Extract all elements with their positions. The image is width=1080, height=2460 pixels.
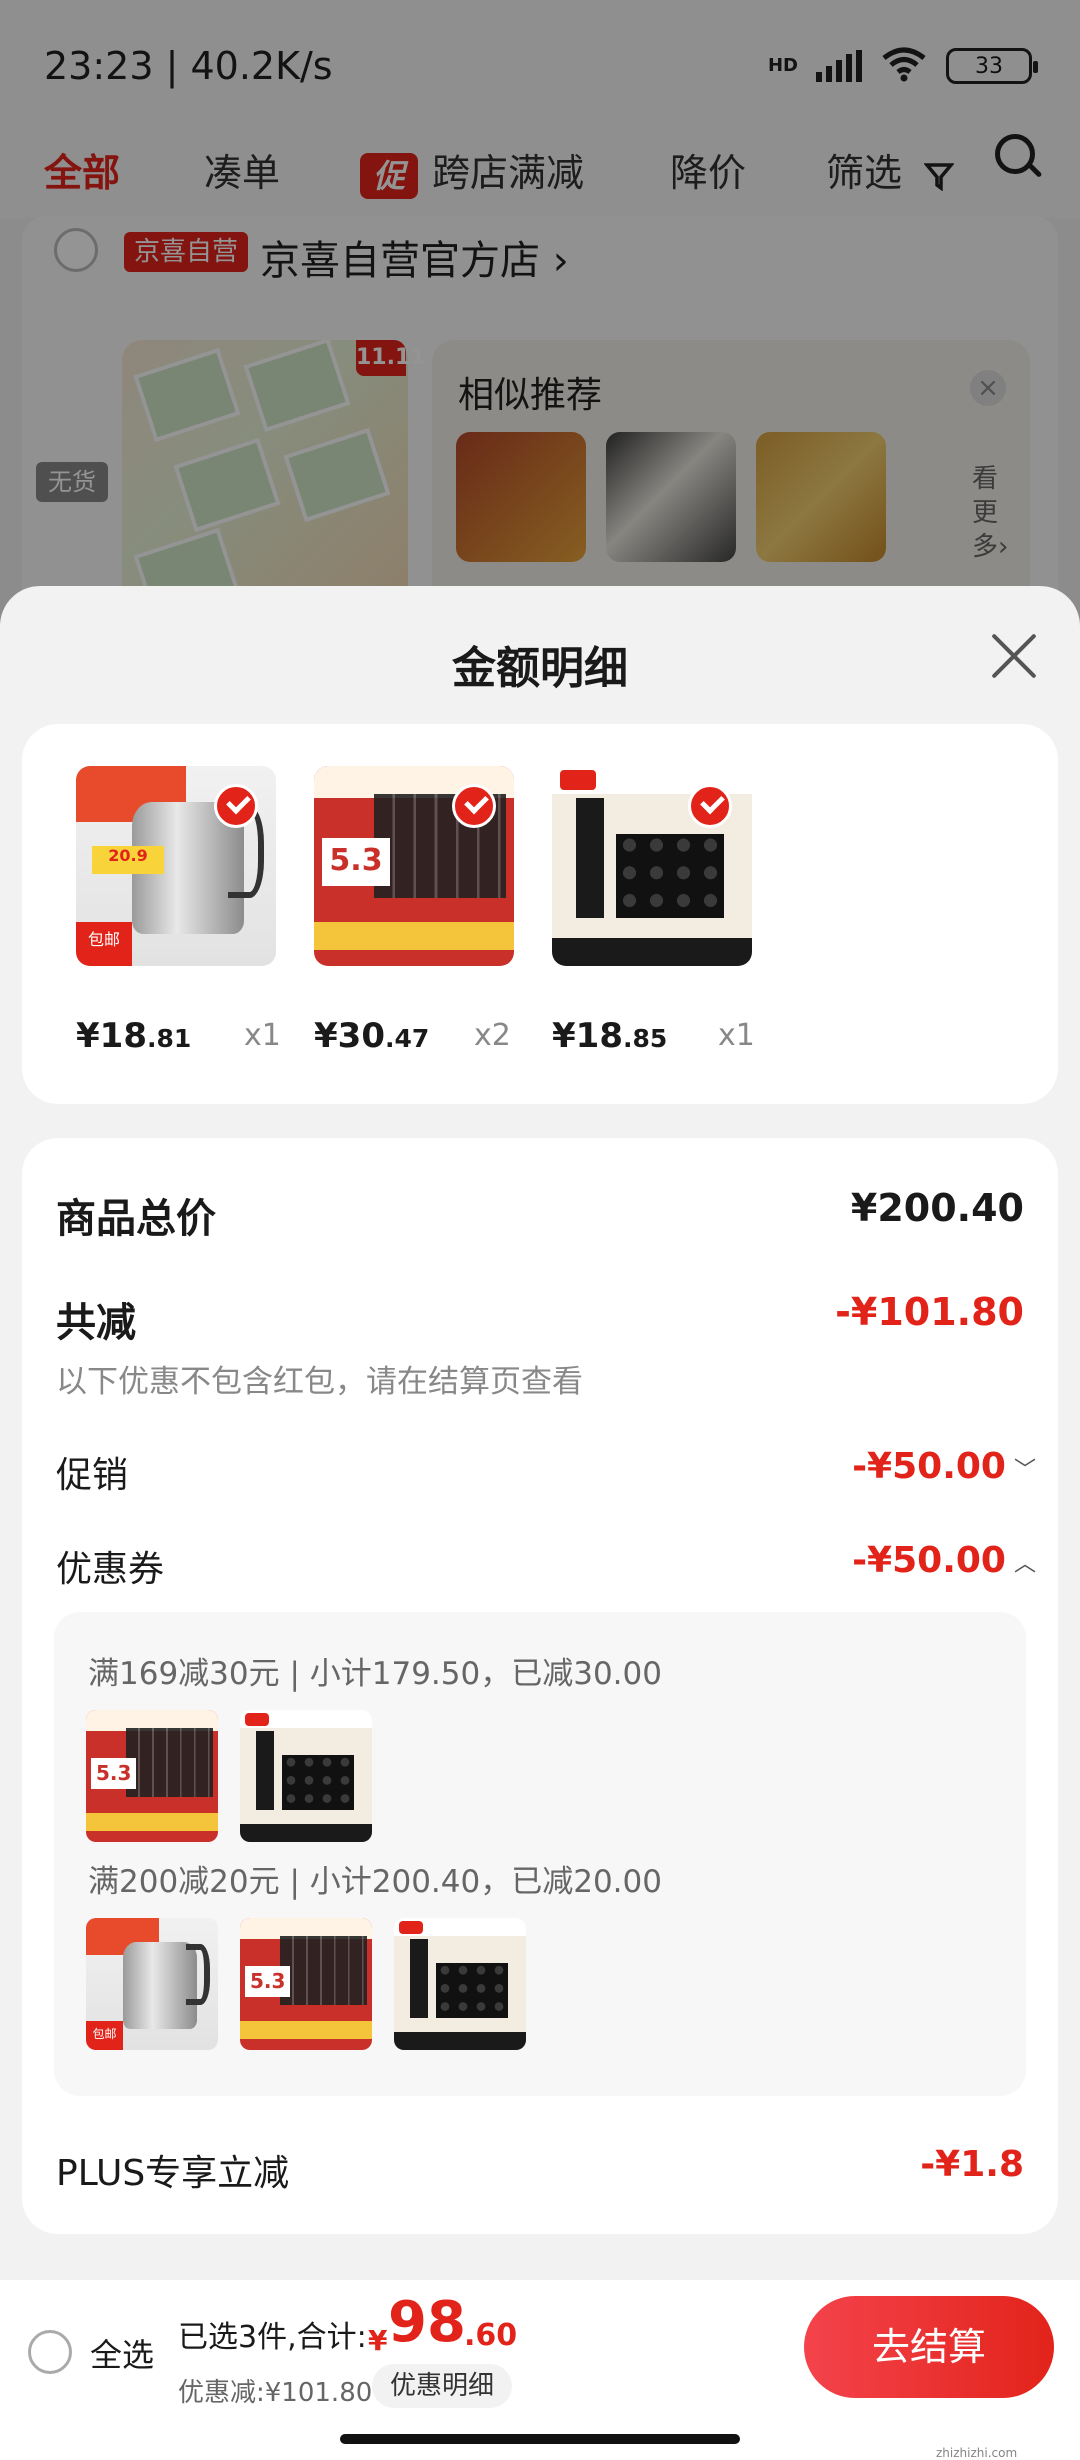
check-icon[interactable] <box>214 784 258 828</box>
discount-note: 以下优惠不包含红包，请在结算页查看 <box>56 1364 583 1400</box>
select-all-label[interactable]: 全选 <box>90 2330 154 2376</box>
select-all-radio[interactable] <box>28 2330 72 2374</box>
plus-label: PLUS专享立减 <box>56 2153 290 2194</box>
check-icon[interactable] <box>688 784 732 828</box>
item-qty: x1 <box>244 1018 281 1053</box>
total-label: 商品总价 <box>56 1196 216 1242</box>
total-currency: ¥ <box>368 2324 388 2357</box>
coupon-item-image <box>240 1710 372 1842</box>
item-price-dec: .81 <box>146 1024 192 1053</box>
plus-value: -¥1.8 <box>920 2144 1024 2185</box>
item-price-int: ¥30 <box>314 1016 385 1056</box>
discount-label: 共减 <box>56 1300 136 1346</box>
checkout-button[interactable]: 去结算 <box>804 2296 1054 2398</box>
item-price: ¥30.47 <box>314 1016 429 1056</box>
coupon-group-text: 满200减20元 | 小计200.40，已减20.00 <box>88 1864 662 1900</box>
coupon-label: 优惠券 <box>56 1549 165 1590</box>
chevron-down-icon: ﹀ <box>1013 1458 1036 1483</box>
watermark-url: zhizhizhi.com <box>936 2446 1018 2460</box>
item-price-dec: .85 <box>622 1024 668 1053</box>
coupon-item-image <box>394 1918 526 2050</box>
coupon-item-image: 5.3 <box>86 1710 218 1842</box>
item-price: ¥18.85 <box>552 1016 667 1056</box>
item-qty: x2 <box>474 1018 511 1053</box>
coupon-group-text: 满169减30元 | 小计179.50，已减30.00 <box>88 1656 662 1692</box>
sheet-title: 金额明细 <box>452 643 628 694</box>
close-icon[interactable] <box>990 632 1038 680</box>
coupon-row-toggle[interactable]: -¥50.00 ︿ <box>852 1540 1036 1581</box>
total-value: ¥200.40 <box>850 1186 1024 1230</box>
coupon-item-image: 包邮 <box>86 1918 218 2050</box>
item-price-dec: .47 <box>384 1024 430 1053</box>
discount-detail-button[interactable]: 优惠明细 <box>372 2364 513 2408</box>
promo-row-toggle[interactable]: -¥50.00 ﹀ <box>852 1446 1036 1487</box>
total-amount-int: 98 <box>388 2290 466 2355</box>
promo-label: 促销 <box>56 1455 129 1496</box>
discount-value: -¥101.80 <box>835 1290 1024 1334</box>
check-icon[interactable] <box>452 784 496 828</box>
home-indicator[interactable] <box>340 2434 740 2444</box>
chevron-up-icon: ︿ <box>1013 1552 1036 1577</box>
item-qty: x1 <box>718 1018 755 1053</box>
selected-summary: 已选3件,合计: <box>178 2320 367 2355</box>
saving-text: 优惠减:¥101.80 <box>178 2378 373 2408</box>
item-price: ¥18.81 <box>76 1016 191 1056</box>
coupon-item-image: 5.3 <box>240 1918 372 2050</box>
total-amount-dec: .60 <box>464 2318 518 2353</box>
coupon-value: -¥50.00 <box>852 1540 1006 1581</box>
item-price-int: ¥18 <box>76 1016 147 1056</box>
promo-value: -¥50.00 <box>852 1446 1006 1487</box>
item-price-int: ¥18 <box>552 1016 623 1056</box>
